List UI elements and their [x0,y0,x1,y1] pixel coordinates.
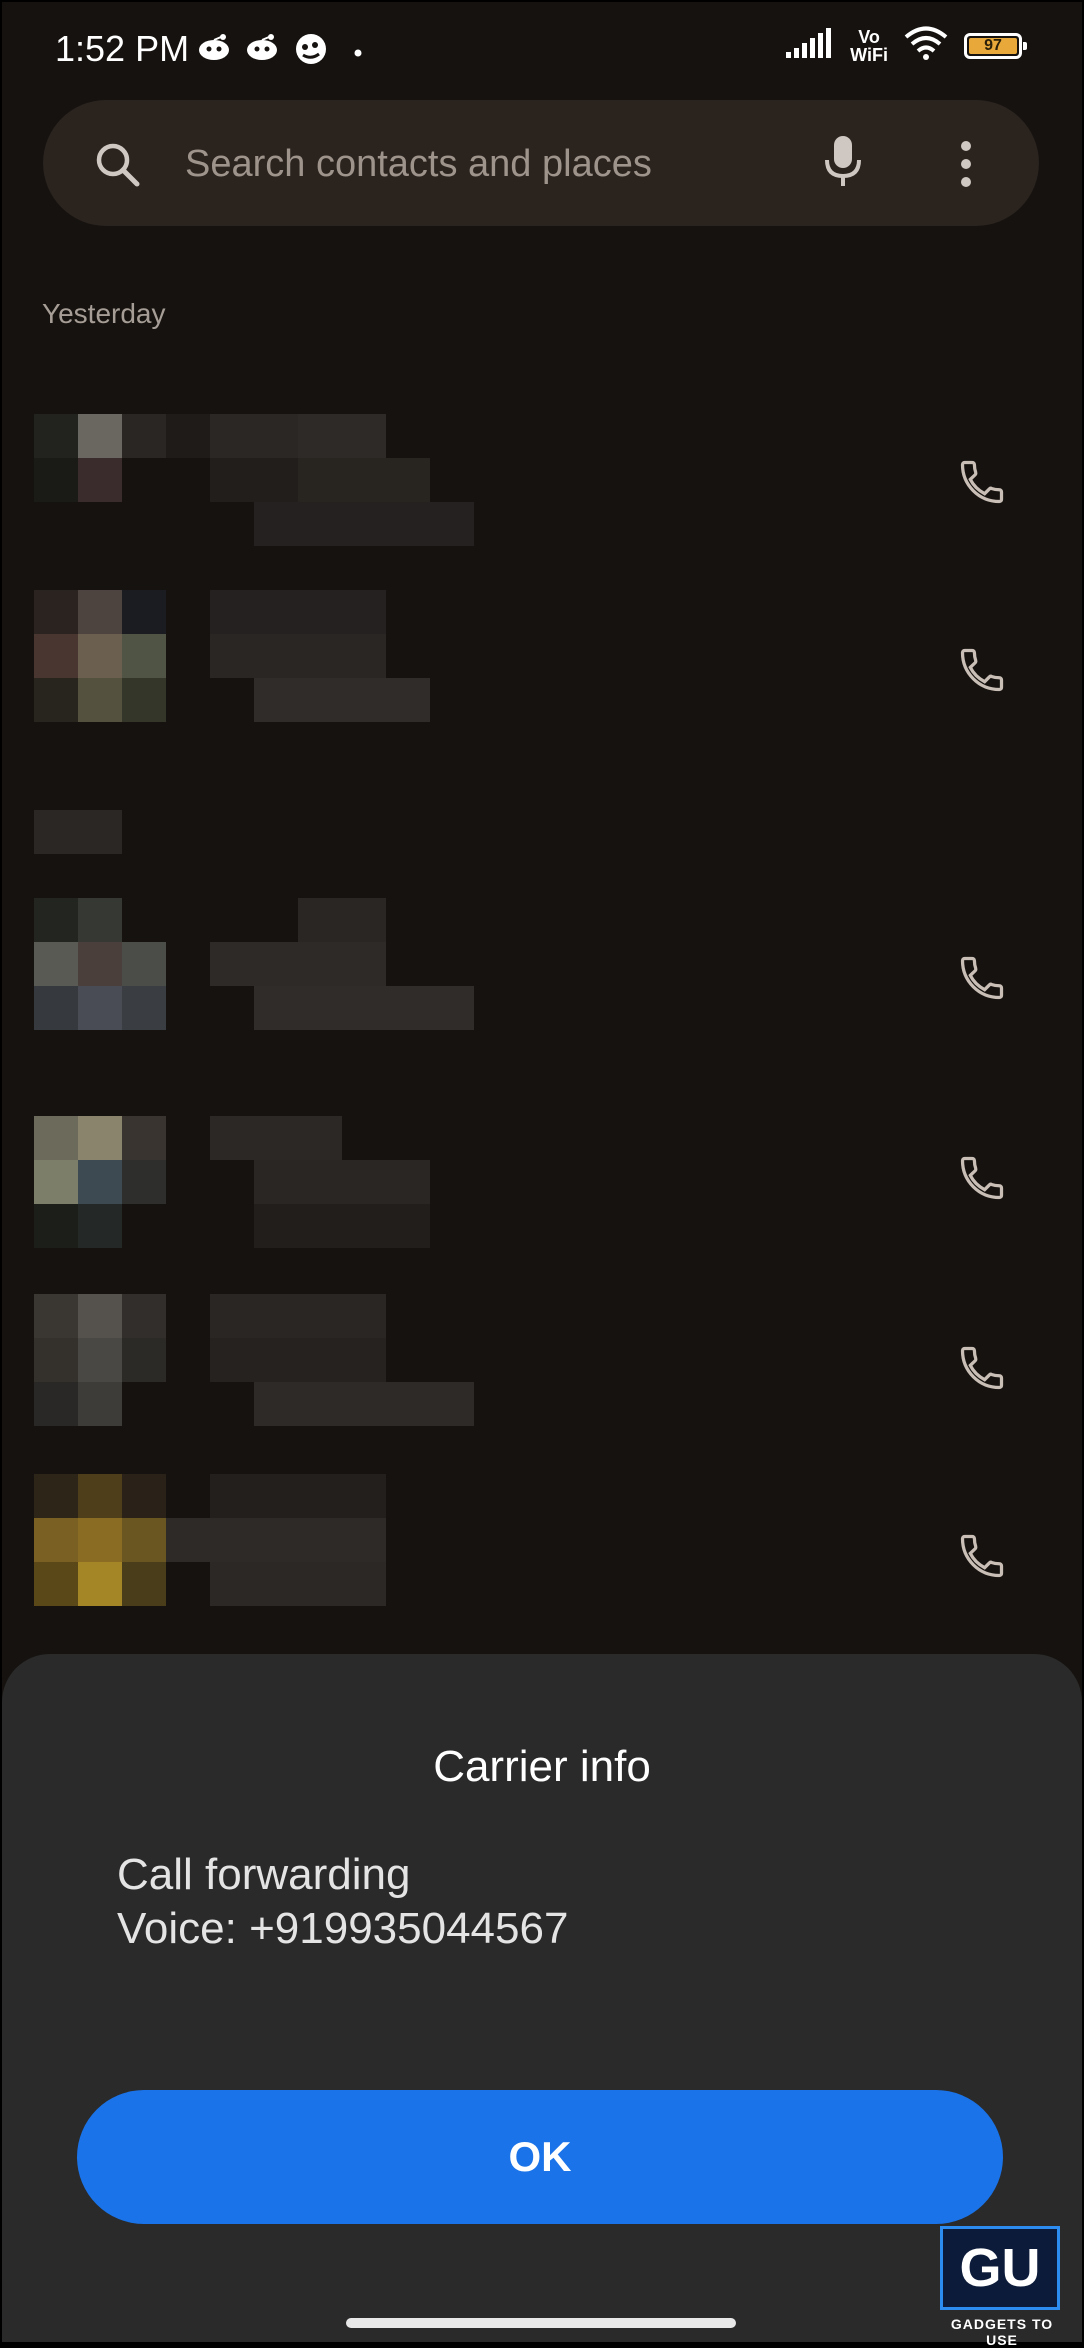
call-log-item[interactable] [2,402,1082,572]
ok-button[interactable]: OK [77,2090,1003,2224]
phone-icon[interactable] [952,452,1012,512]
watermark-logo: GU GADGETS TO USE [940,2226,1064,2348]
watermark-text: GADGETS TO USE [950,2316,1054,2348]
status-icons: Vo WiFi 97 [786,26,1027,65]
more-vertical-icon[interactable] [959,140,973,193]
mic-icon[interactable] [823,134,863,195]
status-bar: 1:52 PM Vo WiFi 97 [2,2,1082,98]
forwarding-number: Voice: +919935044567 [117,1904,569,1953]
search-input[interactable] [183,135,727,193]
phone-icon[interactable] [952,1338,1012,1398]
reddit-icon [197,32,231,67]
signal-icon [786,28,834,63]
phone-icon[interactable] [952,1526,1012,1586]
dialog-title: Carrier info [433,1742,651,1791]
phone-screen: 1:52 PM Vo WiFi 97 Search contacts and p… [2,2,1082,2342]
call-log-item[interactable] [2,584,1082,754]
dot-icon [354,44,362,62]
search-bar[interactable] [43,100,1039,226]
battery-level: 97 [984,36,1002,54]
watermark-icon: GU [940,2226,1060,2310]
call-log-item[interactable] [2,1292,1082,1462]
phone-icon[interactable] [952,640,1012,700]
chat-app-icon [294,32,328,71]
call-log-item[interactable] [2,892,1082,1062]
call-log-item[interactable] [2,1468,1082,1638]
search-icon[interactable] [93,140,141,193]
section-header: Yesterday [42,298,166,329]
phone-icon[interactable] [952,948,1012,1008]
reddit-icon [245,32,279,67]
vowifi-icon: Vo WiFi [850,26,888,65]
battery-icon: 97 [964,32,1027,59]
wifi-icon [904,26,948,65]
clock: 1:52 PM [55,28,190,69]
phone-icon[interactable] [952,1148,1012,1208]
call-log-item[interactable] [2,1084,1082,1254]
carrier-info-dialog: Carrier info Call forwarding Voice: +919… [2,1654,1082,2342]
dialog-message: Call forwarding Voice: +919935044567 [117,1848,568,1956]
forwarding-label: Call forwarding [117,1850,411,1899]
pixelated-subheader [34,810,122,854]
home-indicator[interactable] [346,2318,736,2328]
